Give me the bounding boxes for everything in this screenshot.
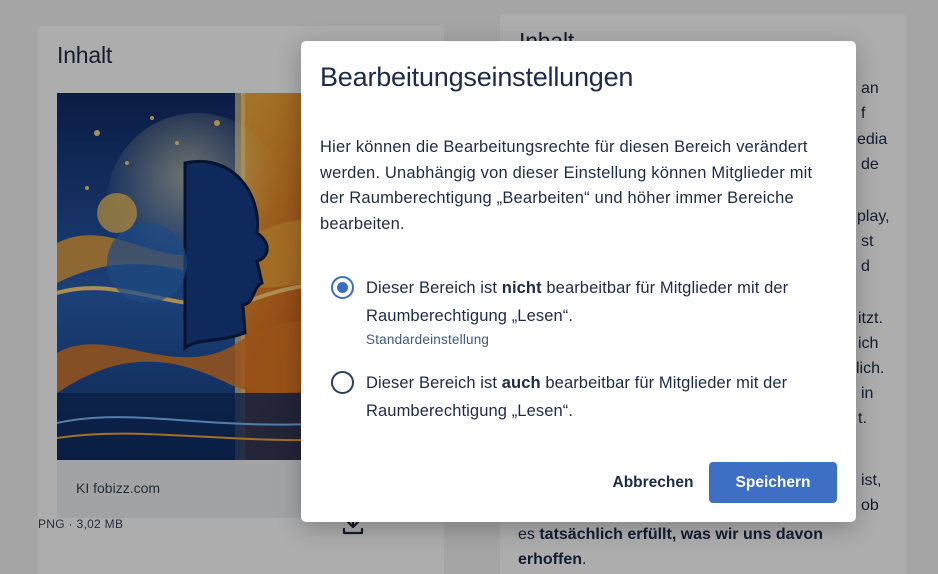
radio-button-unselected[interactable]	[331, 371, 354, 394]
radio-option-label: Dieser Bereich ist auch bearbeitbar für …	[366, 369, 841, 425]
edit-settings-dialog: Bearbeitungseinstellungen Hier können di…	[301, 41, 856, 522]
radio-option-label: Dieser Bereich ist nicht bearbeitbar für…	[366, 274, 841, 330]
radio-button-selected[interactable]	[331, 276, 354, 299]
bold-text: auch	[501, 374, 541, 392]
bold-text: nicht	[501, 279, 542, 297]
cancel-button[interactable]: Abbrechen	[605, 464, 701, 502]
save-button[interactable]: Speichern	[709, 462, 837, 503]
default-setting-hint: Standardeinstellung	[366, 332, 490, 347]
dialog-title: Bearbeitungseinstellungen	[320, 62, 634, 92]
dialog-description: Hier können die Bearbeitungsrechte für d…	[320, 138, 813, 233]
text-span: Dieser Bereich ist	[366, 374, 502, 392]
text-span: Dieser Bereich ist	[366, 279, 502, 297]
